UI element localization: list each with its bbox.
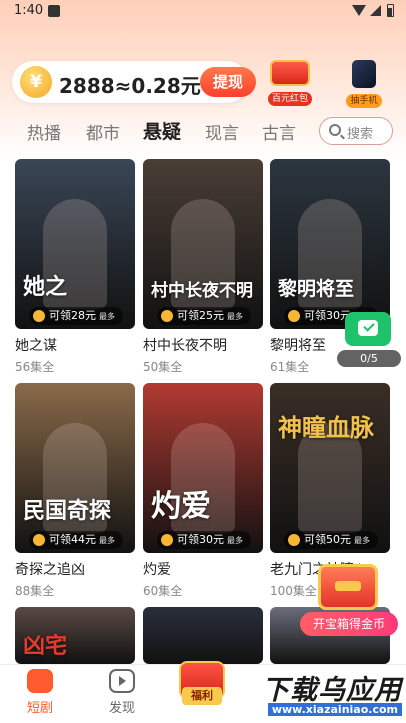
coin-balance-pill[interactable]: ¥ 2888≈0.28元 提现 [12,61,256,103]
drama-title: 灼爱 [143,562,171,578]
watermark-url: www.xiazainiao.com [267,703,402,716]
drama-card[interactable]: 村中长夜不明 可领25元 最多 村中长夜不明 50集全 [143,159,263,375]
nav-discover[interactable]: 发现 [92,669,152,716]
poster-title: 凶宅 [23,633,68,659]
poster-title: 灼爱 [151,489,211,524]
shorts-icon [27,669,53,693]
drama-title: 她之谋 [15,338,57,354]
status-time: 1:40 [14,3,44,18]
coin-icon: ¥ [20,66,52,98]
drama-poster: 村中长夜不明 可领25元 最多 [143,159,263,329]
reward-badge: 可领28元 最多 [29,307,123,325]
drama-card[interactable]: 她之 可领28元 最多 她之谋 56集全 [15,159,135,375]
nav-discover-label: 发现 [108,701,135,716]
drama-card[interactable]: 民国奇探 可领44元 最多 奇探之追凶 88集全 [15,383,135,599]
nav-shorts-label: 短剧 [26,701,53,716]
drama-episodes: 60集全 [143,584,183,598]
play-icon [109,669,135,693]
treasure-chest-icon [318,564,378,610]
coin-icon [161,534,173,546]
promo-redpacket[interactable]: 百元红包 [260,60,320,106]
coin-balance: 2888≈0.28元 [59,74,201,98]
drama-title: 村中长夜不明 [143,338,227,354]
coin-icon [161,310,173,322]
promo-redpacket-label: 百元红包 [267,92,312,106]
coin-icon [288,310,300,322]
poster-title: 民国奇探 [23,498,112,524]
drama-title: 奇探之追凶 [15,562,85,578]
watermark-text: 下载乌应用 [262,675,402,706]
drama-episodes: 50集全 [143,360,183,374]
coin-icon [33,534,45,546]
red-packet-icon [270,60,310,86]
tab-suspense[interactable]: 悬疑 [143,117,181,144]
drama-card[interactable]: 灼爱 可领30元 最多 灼爱 60集全 [143,383,263,599]
poster-title: 她之 [23,274,68,300]
tab-urban[interactable]: 都市 [86,119,120,144]
withdraw-button[interactable]: 提现 [200,67,256,97]
search-placeholder: 搜索 [347,127,374,142]
drama-poster: 她之 可领28元 最多 [15,159,135,329]
battery-icon [387,4,394,17]
drama-episodes: 56集全 [15,360,55,374]
reward-badge: 可领50元 最多 [284,531,378,549]
drama-poster: 民国奇探 可领44元 最多 [15,383,135,553]
reward-badge: 可领30元最多 [157,531,251,549]
notification-app-icon [48,5,60,17]
promo-phone-label: 抽手机 [346,94,382,108]
drama-poster: 黎明将至 可领30元最多 [270,159,390,329]
poster-title: 黎明将至 [278,278,355,300]
watermark: 下载乌应用 www.xiazainiao.com [244,668,404,720]
nav-welfare[interactable]: 福利 [176,661,228,717]
coin-icon [33,310,45,322]
drama-episodes: 88集全 [15,584,55,598]
search-icon [329,124,341,136]
treasure-chest-label: 开宝箱得金币 [300,612,398,636]
drama-card[interactable] [143,607,263,664]
nav-welfare-label: 福利 [182,687,222,705]
drama-poster: 凶宅 [15,607,135,664]
drama-poster [143,607,263,664]
check-icon [358,320,378,336]
search-input[interactable]: 搜索 [319,117,393,145]
poster-title: 神瞳血脉 [278,413,374,442]
daily-task-widget[interactable]: 0/5 [337,312,401,368]
tab-ancient-romance[interactable]: 古言 [262,119,296,144]
drama-poster: 神瞳血脉 可领50元 最多 [270,383,390,553]
tab-modern-romance[interactable]: 现言 [205,119,239,144]
reward-badge: 可领25元 最多 [157,307,251,325]
drama-card[interactable]: 凶宅 [15,607,135,664]
task-check-badge [345,312,391,346]
tab-hot[interactable]: 热播 [27,119,61,144]
task-progress: 0/5 [337,350,401,367]
reward-badge: 可领44元 最多 [29,531,123,549]
signal-icon [370,5,381,16]
wifi-icon [352,5,366,16]
phone-icon [352,60,376,88]
drama-poster: 灼爱 可领30元 最多 [143,383,263,553]
promo-phone-lottery[interactable]: 抽手机 [334,60,394,108]
treasure-chest-button[interactable]: 开宝箱得金币 [300,564,398,636]
coin-icon [288,534,300,546]
poster-title: 村中长夜不明 [151,281,253,301]
status-bar: 1:40 [0,0,406,24]
nav-shorts[interactable]: 短剧 [10,669,70,716]
